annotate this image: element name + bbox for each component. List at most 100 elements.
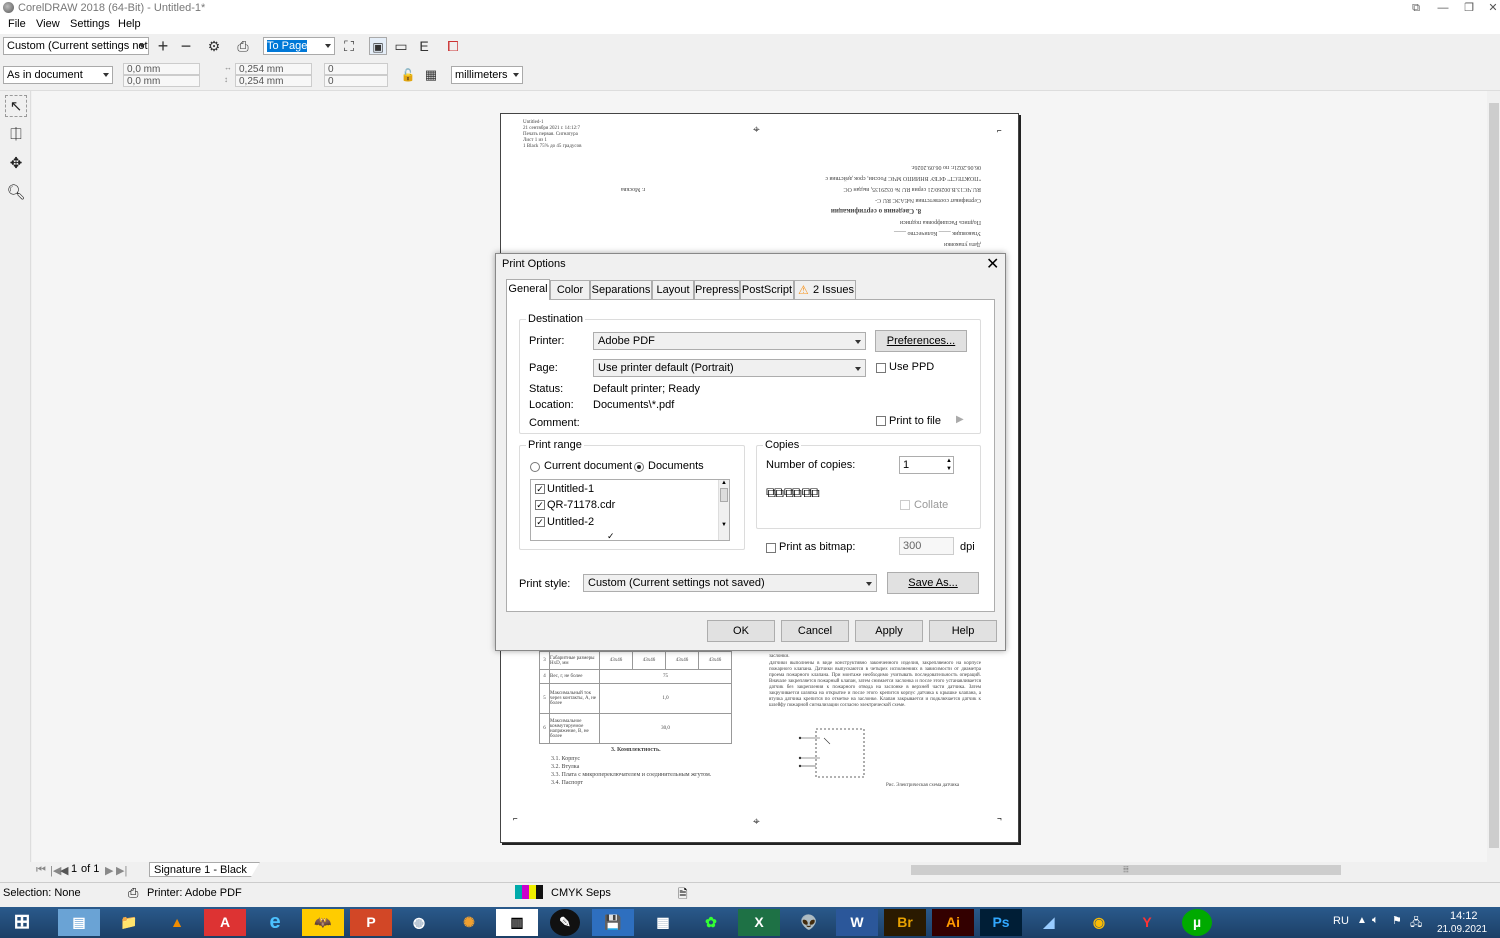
tray-arrow-icon[interactable]: ▲ bbox=[1357, 915, 1367, 926]
tab-prepress[interactable]: Prepress bbox=[694, 280, 740, 299]
print-as-bitmap-checkbox[interactable] bbox=[766, 543, 776, 553]
internet-explorer-icon[interactable]: e bbox=[254, 909, 296, 936]
dialog-close-icon[interactable]: ✕ bbox=[986, 254, 999, 274]
emulsion-icon[interactable]: E bbox=[415, 37, 433, 55]
yandex-browser-icon[interactable]: Y bbox=[1126, 909, 1168, 936]
current-document-radio[interactable] bbox=[530, 462, 540, 472]
use-ppd-checkbox[interactable] bbox=[876, 363, 886, 373]
tab-signature[interactable]: Signature 1 - Black bbox=[149, 862, 260, 877]
close-window-button[interactable]: ✕ bbox=[1480, 0, 1500, 16]
list-scrollbar[interactable]: ▲ ▼ bbox=[718, 480, 729, 540]
first-page-icon[interactable]: ⏮ bbox=[36, 864, 46, 877]
gear-icon[interactable]: ⚙ bbox=[205, 37, 223, 55]
print-icon[interactable]: ⎙ bbox=[234, 37, 252, 55]
zoom-tool-icon[interactable]: 🔍︎ bbox=[5, 182, 27, 204]
bridge-icon[interactable]: Br bbox=[884, 909, 926, 936]
alien-app-icon[interactable]: 👽 bbox=[788, 909, 830, 936]
page-select[interactable]: Use printer default (Portrait) bbox=[593, 359, 866, 377]
collate-checkbox[interactable] bbox=[900, 500, 910, 510]
preferences-button[interactable]: Preferences... bbox=[875, 330, 967, 352]
document-checkbox[interactable]: ✓ bbox=[535, 500, 545, 510]
batman-app-icon[interactable]: 🦇 bbox=[302, 909, 344, 936]
print-style-combo[interactable]: Custom (Current settings not ... bbox=[3, 37, 149, 55]
marks-placement-icon[interactable]: ✥ bbox=[5, 153, 27, 175]
partial-checkbox[interactable]: ✓ bbox=[607, 531, 615, 542]
width-field[interactable]: 0,254 mm bbox=[235, 63, 312, 75]
tab-color[interactable]: Color bbox=[550, 280, 590, 299]
document-info-icon[interactable]: 🗎 bbox=[678, 885, 688, 906]
restore-icon[interactable]: ⧉ bbox=[1403, 0, 1429, 16]
scroll-up-icon[interactable]: ▲ bbox=[719, 480, 729, 486]
tile-icon[interactable]: ▦ bbox=[422, 66, 440, 84]
document-checkbox[interactable]: ✓ bbox=[535, 517, 545, 527]
close-preview-icon[interactable]: ⧠ bbox=[444, 37, 462, 55]
list-item[interactable]: Untitled-2 bbox=[547, 516, 594, 528]
tab-separations[interactable]: Separations bbox=[590, 280, 652, 299]
maximize-button[interactable]: ❐ bbox=[1456, 0, 1482, 16]
barcode-app-icon[interactable]: ▥ bbox=[496, 909, 538, 936]
color-mode-icon[interactable]: ▣ bbox=[369, 37, 387, 55]
clock-date[interactable]: 21.09.2021 bbox=[1437, 924, 1487, 935]
spinner-arrows-icon[interactable]: ▲ ▼ bbox=[946, 457, 952, 473]
scale-y-field[interactable]: 0 bbox=[324, 75, 388, 87]
excel-icon[interactable]: X bbox=[738, 909, 780, 936]
coreldraw-taskbar-icon[interactable]: ✎ bbox=[550, 909, 580, 936]
printer-select[interactable]: Adobe PDF bbox=[593, 332, 866, 350]
imposition-layout-icon[interactable]: ⎅ bbox=[5, 124, 27, 146]
dpi-spinner[interactable]: 300 bbox=[899, 537, 954, 555]
powerpoint-icon[interactable]: P bbox=[350, 909, 392, 936]
tab-layout[interactable]: Layout bbox=[652, 280, 694, 299]
full-screen-icon[interactable]: ⛶ bbox=[340, 37, 358, 55]
word-icon[interactable]: W bbox=[836, 909, 878, 936]
pick-tool-icon[interactable]: ↖ bbox=[5, 95, 27, 117]
file-options-arrow-icon[interactable]: ▶ bbox=[956, 414, 964, 425]
file-explorer-icon[interactable]: 📁 bbox=[108, 909, 150, 936]
app-icon[interactable]: ◍ bbox=[398, 909, 440, 936]
list-scroll-thumb[interactable] bbox=[720, 488, 728, 502]
calendar-app-icon[interactable]: ▦ bbox=[642, 909, 684, 936]
page-frame-icon[interactable]: ▭ bbox=[392, 37, 410, 55]
app-icon[interactable]: ✿ bbox=[690, 909, 732, 936]
photoshop-icon[interactable]: Ps bbox=[980, 909, 1022, 936]
minimize-button[interactable]: — bbox=[1430, 0, 1456, 16]
flag-icon[interactable]: ⚑ bbox=[1392, 914, 1402, 927]
illustrator-icon[interactable]: Ai bbox=[932, 909, 974, 936]
tab-postscript[interactable]: PostScript bbox=[740, 280, 794, 299]
zoom-combo[interactable]: To Page bbox=[263, 37, 335, 55]
volume-icon[interactable]: 🔈︎ bbox=[1372, 914, 1379, 927]
menu-help[interactable]: Help bbox=[118, 18, 141, 30]
x-position-field[interactable]: 0,0 mm bbox=[123, 63, 200, 75]
print-to-file-checkbox[interactable] bbox=[876, 416, 886, 426]
help-button[interactable]: Help bbox=[929, 620, 997, 642]
position-combo[interactable]: As in document bbox=[3, 66, 113, 84]
add-style-icon[interactable]: + bbox=[154, 37, 172, 55]
list-item[interactable]: Untitled-1 bbox=[547, 483, 594, 495]
utorrent-icon[interactable]: µ bbox=[1182, 909, 1212, 936]
tab-issues[interactable]: ⚠ 2 Issues bbox=[794, 280, 856, 299]
copies-spinner[interactable]: 1 ▲ ▼ bbox=[899, 456, 954, 474]
document-list[interactable]: ✓ Untitled-1 ✓ QR-71178.cdr ✓ Untitled-2… bbox=[530, 479, 730, 541]
remove-style-icon[interactable]: − bbox=[177, 37, 195, 55]
horizontal-scroll-thumb[interactable]: ⦙⦙⦙ bbox=[911, 865, 1341, 875]
height-field[interactable]: 0,254 mm bbox=[235, 75, 312, 87]
units-combo[interactable]: millimeters bbox=[451, 66, 523, 84]
lock-ratio-icon[interactable]: 🔓 bbox=[399, 66, 417, 84]
cancel-button[interactable]: Cancel bbox=[781, 620, 849, 642]
document-checkbox[interactable]: ✓ bbox=[535, 484, 545, 494]
app-icon[interactable]: ◢ bbox=[1028, 909, 1070, 936]
clock-time[interactable]: 14:12 bbox=[1450, 910, 1478, 922]
language-indicator[interactable]: RU bbox=[1333, 915, 1349, 927]
ok-button[interactable]: OK bbox=[707, 620, 775, 642]
documents-radio[interactable] bbox=[634, 462, 644, 472]
vertical-scroll-thumb[interactable] bbox=[1489, 103, 1499, 848]
menu-file[interactable]: File bbox=[8, 18, 26, 30]
start-button-icon[interactable]: ⊞ bbox=[2, 909, 42, 936]
y-position-field[interactable]: 0,0 mm bbox=[123, 75, 200, 87]
network-icon[interactable]: 🖧 bbox=[1410, 914, 1422, 933]
tab-general[interactable]: General bbox=[506, 279, 550, 300]
list-item[interactable]: QR-71178.cdr bbox=[547, 499, 615, 511]
apply-button[interactable]: Apply bbox=[855, 620, 923, 642]
vlc-icon[interactable]: ▲ bbox=[156, 909, 198, 936]
vertical-scrollbar[interactable] bbox=[1488, 91, 1500, 862]
last-page-icon[interactable]: ▶| bbox=[116, 864, 127, 877]
